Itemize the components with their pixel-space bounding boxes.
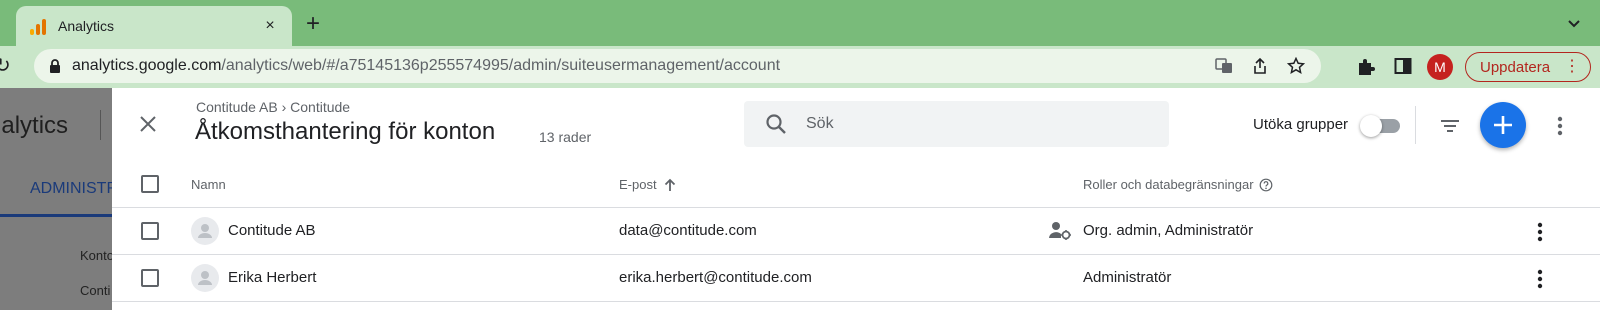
- bg-admin-tab-underline: [0, 214, 112, 217]
- user-avatar-icon: [191, 264, 219, 292]
- background-page-overlay: nalytics ADMINISTR Konto Conti: [0, 88, 112, 310]
- expand-groups-label: Utöka grupper: [1253, 116, 1349, 133]
- row-more-options-icon[interactable]: [1530, 221, 1550, 243]
- breadcrumb: Contitude AB › Contitude: [196, 99, 351, 115]
- table-row[interactable]: Contitude AB data@contitude.com Org. adm…: [112, 208, 1600, 255]
- translate-icon[interactable]: [1215, 57, 1233, 75]
- more-options-icon[interactable]: [1550, 114, 1570, 138]
- org-admin-role-icon: [1049, 222, 1071, 240]
- column-roles-label: Roller och databegränsningar: [1083, 177, 1254, 192]
- expand-groups-toggle[interactable]: [1360, 115, 1400, 137]
- browser-menu-icon[interactable]: ⋮: [1564, 59, 1580, 75]
- search-input[interactable]: [806, 115, 1136, 133]
- user-avatar-icon: [191, 217, 219, 245]
- browser-tab[interactable]: Analytics ×: [16, 6, 292, 46]
- bg-analytics-logo: nalytics: [0, 112, 69, 139]
- table-header: Namn E-post Roller och databegränsningar: [112, 161, 1600, 208]
- select-all-checkbox[interactable]: [141, 175, 159, 193]
- url-text: analytics.google.com/analytics/web/#/a75…: [72, 57, 780, 75]
- column-email-label: E-post: [619, 177, 657, 192]
- update-button[interactable]: Uppdatera ⋮: [1465, 52, 1591, 82]
- tab-search-chevron-icon[interactable]: [1566, 15, 1582, 31]
- access-management-drawer: Contitude AB › Contitude Åtkomsthanterin…: [112, 88, 1600, 310]
- toolbar-divider: [1415, 106, 1416, 144]
- user-roles: Administratör: [1083, 269, 1172, 286]
- user-email: erika.herbert@contitude.com: [619, 269, 812, 286]
- user-roles: Org. admin, Administratör: [1083, 222, 1254, 239]
- row-count: 13 rader: [539, 129, 592, 145]
- row-checkbox[interactable]: [141, 269, 159, 287]
- column-header-name[interactable]: Namn: [191, 177, 226, 192]
- page-title: Åtkomsthantering för konton: [195, 118, 496, 145]
- extensions-puzzle-icon[interactable]: [1356, 57, 1376, 77]
- lock-icon[interactable]: [46, 57, 64, 75]
- add-user-button[interactable]: [1480, 102, 1526, 148]
- row-more-options-icon[interactable]: [1530, 268, 1550, 290]
- bookmark-star-icon[interactable]: [1287, 57, 1305, 75]
- filter-icon[interactable]: [1438, 114, 1462, 138]
- address-bar[interactable]: analytics.google.com/analytics/web/#/a75…: [34, 49, 1321, 83]
- user-name: Erika Herbert: [228, 269, 317, 286]
- analytics-favicon-icon: [30, 17, 48, 35]
- search-icon: [766, 114, 786, 134]
- bg-sidebar-item: Konto: [80, 248, 112, 263]
- close-drawer-icon[interactable]: [138, 114, 158, 134]
- user-email: data@contitude.com: [619, 222, 757, 239]
- tab-title: Analytics: [58, 18, 115, 34]
- bg-admin-tab: ADMINISTR: [30, 180, 112, 197]
- url-host: analytics.google.com: [72, 57, 222, 74]
- sort-ascending-icon: [664, 178, 675, 191]
- reload-icon[interactable]: ↻: [0, 56, 11, 76]
- profile-avatar[interactable]: M: [1427, 54, 1453, 80]
- toggle-knob: [1360, 115, 1382, 137]
- plus-icon: [1494, 116, 1512, 134]
- bg-divider: [100, 110, 101, 140]
- column-name-label: Namn: [191, 177, 226, 192]
- tab-close-icon[interactable]: ×: [260, 17, 280, 35]
- table-row[interactable]: Erika Herbert erika.herbert@contitude.co…: [112, 255, 1600, 302]
- update-label: Uppdatera: [1480, 58, 1551, 76]
- share-icon[interactable]: [1251, 57, 1269, 75]
- new-tab-button[interactable]: +: [306, 12, 320, 36]
- row-checkbox[interactable]: [141, 222, 159, 240]
- search-box[interactable]: [744, 101, 1169, 147]
- browser-tab-strip: Analytics × +: [0, 0, 1600, 46]
- bg-sidebar-item: Conti: [80, 283, 111, 298]
- side-panel-icon[interactable]: [1394, 57, 1412, 75]
- browser-toolbar: ↻ analytics.google.com/analytics/web/#/a…: [0, 46, 1600, 88]
- help-icon[interactable]: [1259, 178, 1273, 192]
- url-path: /analytics/web/#/a75145136p255574995/adm…: [221, 57, 781, 74]
- column-header-email[interactable]: E-post: [619, 177, 677, 192]
- column-header-roles[interactable]: Roller och databegränsningar: [1083, 177, 1273, 192]
- user-name: Contitude AB: [228, 222, 316, 239]
